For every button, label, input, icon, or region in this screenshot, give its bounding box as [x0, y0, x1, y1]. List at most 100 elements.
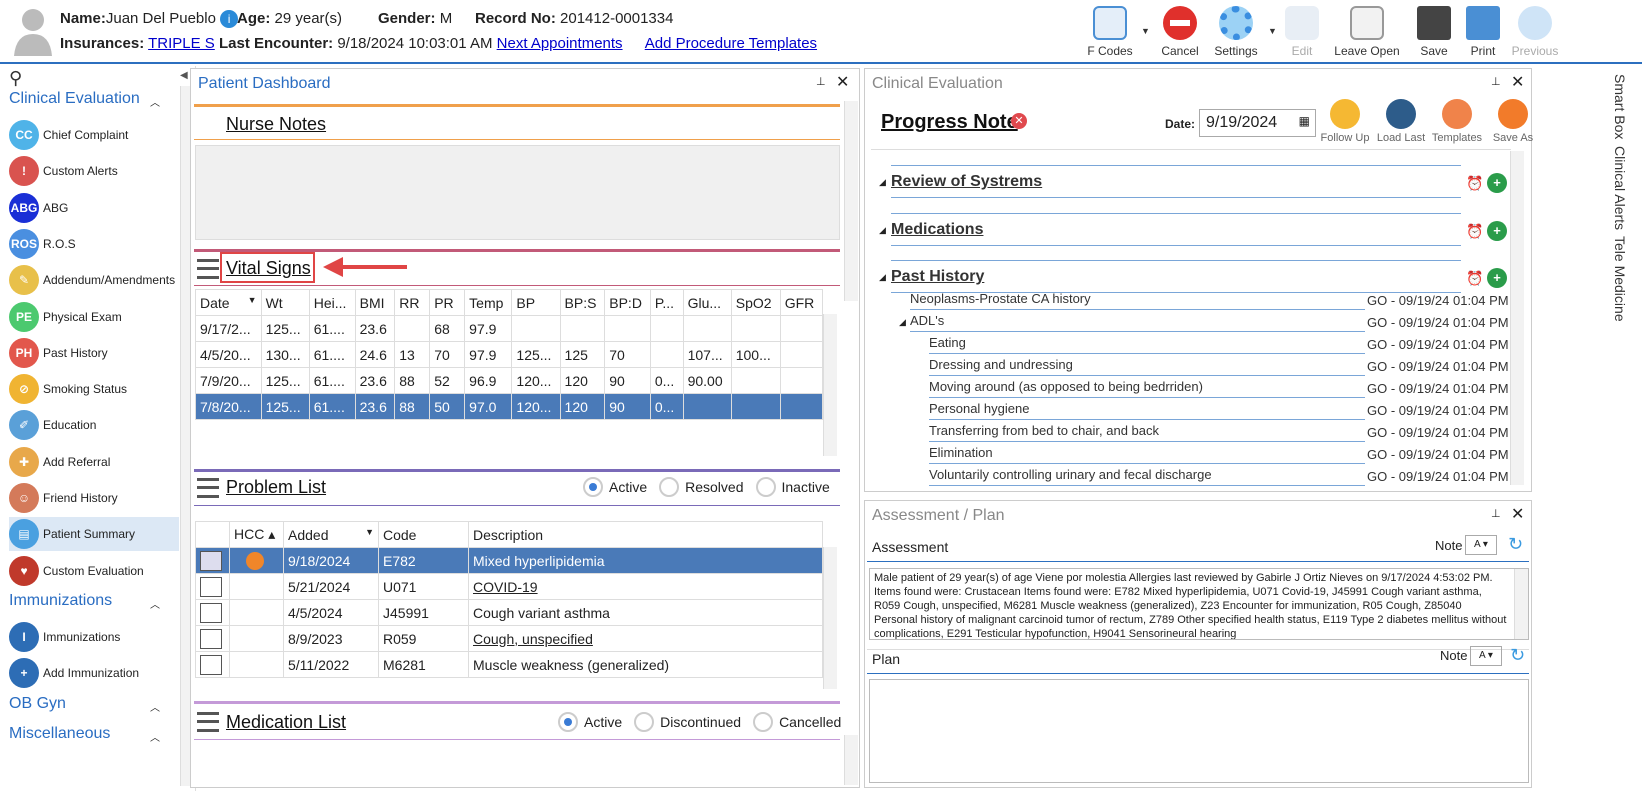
sidebar-item-custom-evaluation[interactable]: ♥ Custom Evaluation	[9, 554, 179, 588]
plan-textarea[interactable]	[869, 679, 1529, 783]
sidebar-item-education[interactable]: ✐ Education	[9, 408, 179, 442]
table-row[interactable]: 5/21/2024 U071 COVID-19	[195, 573, 823, 600]
filter-discontinued[interactable]: Discontinued	[634, 712, 741, 732]
add-procedure-templates-link[interactable]: Add Procedure Templates	[645, 35, 817, 52]
date-input[interactable]: 9/19/2024 ▦	[1199, 109, 1316, 137]
sidebar-item-smoking-status[interactable]: ⊘ Smoking Status	[9, 372, 179, 406]
col-vital[interactable]: BMI	[354, 289, 396, 316]
col-vital[interactable]: P...	[649, 289, 684, 316]
row-checkbox[interactable]	[200, 576, 222, 597]
filter-active[interactable]: Active	[583, 477, 647, 497]
section-title[interactable]: Medications	[891, 221, 983, 239]
load-last-button[interactable]: Load Last	[1373, 99, 1429, 144]
table-row[interactable]: 5/11/2022 M6281 Muscle weakness (generaliz…	[195, 651, 823, 678]
sidebar-item-add-referral[interactable]: ✚ Add Referral	[9, 445, 179, 479]
col-vital[interactable]: GFR	[779, 289, 824, 316]
assessment-textarea[interactable]: Male patient of 29 year(s) of age Viene …	[869, 568, 1529, 640]
tab-smart-box[interactable]: Smart Box	[1612, 74, 1628, 139]
history-item[interactable]: Voluntarily controlling urinary and feca…	[929, 467, 1212, 482]
description-cell[interactable]: Cough, unspecified	[468, 625, 823, 652]
chevron-up-icon[interactable]: ︿	[150, 94, 160, 109]
row-checkbox[interactable]	[200, 654, 222, 675]
save-as-button[interactable]: Save As	[1485, 99, 1541, 144]
add-icon[interactable]: +	[1487, 173, 1507, 193]
assessment-scrollbar[interactable]	[1514, 569, 1528, 639]
close-icon[interactable]: ✕	[1511, 72, 1524, 92]
table-row[interactable]: 4/5/2024 J45991 Cough variant asthma	[195, 599, 823, 626]
pin-icon[interactable]: ⊥	[1491, 507, 1501, 520]
nurse-notes-textarea[interactable]	[195, 145, 840, 240]
expand-icon[interactable]: ◢	[879, 272, 886, 283]
previous-button[interactable]: Previous	[1500, 4, 1570, 62]
note-dropdown[interactable]: A ▾	[1465, 535, 1497, 555]
refresh-icon[interactable]: ↻	[1508, 534, 1523, 555]
description-cell[interactable]: COVID-19	[468, 573, 823, 600]
section-clinical-evaluation[interactable]: Clinical Evaluation	[9, 90, 140, 108]
col-vital[interactable]: RR	[394, 289, 431, 316]
fcodes-button[interactable]: F Codes	[1075, 4, 1145, 62]
sidebar-item-abg[interactable]: ABG ABG	[9, 191, 179, 225]
sidebar-item-past-history[interactable]: PH Past History	[9, 336, 179, 370]
calendar-icon[interactable]: ▦	[1299, 114, 1310, 128]
filter-inactive[interactable]: Inactive	[755, 477, 830, 497]
table-row[interactable]: 4/5/20... 130... 61.... 24.6 13 70 97.9 125... 1…	[195, 341, 824, 368]
leave-open-button[interactable]: Leave Open	[1332, 4, 1402, 62]
table-row[interactable]: 8/9/2023 R059 Cough, unspecified	[195, 625, 823, 652]
sidebar-item-chief-complaint[interactable]: CC Chief Complaint	[9, 118, 179, 152]
col-added[interactable]: Added ▼	[283, 521, 379, 548]
col-vital[interactable]: SpO2	[730, 289, 781, 316]
alarm-clock-icon[interactable]: ⏰	[1466, 223, 1483, 240]
col-vital[interactable]: BP	[511, 289, 561, 316]
sidebar-item-addendum-amendments[interactable]: ✎ Addendum/Amendments	[9, 263, 179, 297]
refresh-icon[interactable]: ↻	[1510, 645, 1525, 666]
row-checkbox[interactable]	[200, 628, 222, 649]
history-item[interactable]: Transferring from bed to chair, and back	[929, 423, 1159, 438]
row-checkbox[interactable]	[200, 602, 222, 623]
alarm-clock-icon[interactable]: ⏰	[1466, 270, 1483, 287]
collapse-sidebar-icon[interactable]: ◀	[180, 70, 188, 81]
table-row[interactable]: 7/9/20... 125... 61.... 23.6 88 52 96.9 120... 1…	[195, 367, 824, 394]
section-ob-gyn[interactable]: OB Gyn	[9, 695, 66, 713]
tab-clinical-alerts[interactable]: Clinical Alerts	[1612, 146, 1628, 230]
add-icon[interactable]: +	[1487, 220, 1507, 241]
sort-icon[interactable]: ▼	[248, 295, 257, 305]
pin-icon[interactable]: ⊥	[1491, 75, 1501, 88]
menu-icon[interactable]	[197, 478, 219, 498]
settings-button[interactable]: Settings	[1201, 4, 1271, 62]
col-vital[interactable]: Hei...	[308, 289, 356, 316]
sidebar-item-immunizations[interactable]: I Immunizations	[9, 620, 179, 654]
expand-icon[interactable]: ◢	[879, 225, 886, 236]
alarm-clock-icon[interactable]: ⏰	[1466, 175, 1483, 192]
col-vital[interactable]: Glu...	[682, 289, 732, 316]
col-vital[interactable]: Temp	[464, 289, 513, 316]
col-description[interactable]: Description	[468, 521, 823, 548]
col-vital[interactable]: PR	[429, 289, 466, 316]
col-vital[interactable]: Date ▼	[195, 289, 262, 316]
section-title[interactable]: Past History	[891, 268, 984, 286]
follow-up-button[interactable]: Follow Up	[1317, 99, 1373, 144]
history-item[interactable]: Eating	[929, 335, 966, 350]
sidebar-item-custom-alerts[interactable]: ! Custom Alerts	[9, 154, 179, 188]
clinical-scrollbar[interactable]	[1510, 151, 1524, 485]
search-icon[interactable]: ⚲	[9, 68, 22, 89]
col-vital[interactable]: BP:D	[604, 289, 651, 316]
table-row[interactable]: 9/18/2024 E782 Mixed hyperlipidemia	[195, 547, 823, 574]
history-item[interactable]: Dressing and undressing	[929, 357, 1073, 372]
edit-button[interactable]: Edit	[1267, 4, 1337, 62]
dashboard-lower-scrollbar[interactable]	[844, 735, 858, 785]
chevron-up-icon[interactable]: ︿	[150, 699, 160, 714]
col-vital[interactable]: Wt	[260, 289, 310, 316]
section-miscellaneous[interactable]: Miscellaneous	[9, 725, 110, 743]
add-icon[interactable]: +	[1487, 268, 1507, 288]
sidebar-item-friend-history[interactable]: ☺ Friend History	[9, 481, 179, 515]
chevron-up-icon[interactable]: ︿	[150, 729, 160, 744]
close-icon[interactable]: ✕	[836, 72, 849, 92]
col-code[interactable]: Code	[378, 521, 469, 548]
info-icon[interactable]: i	[220, 10, 239, 29]
expand-icon[interactable]: ◢	[879, 177, 886, 188]
sidebar-item-r-o-s[interactable]: ROS R.O.S	[9, 227, 179, 261]
sidebar-item-patient-summary[interactable]: ▤ Patient Summary	[9, 517, 179, 552]
templates-button[interactable]: Templates	[1429, 99, 1485, 144]
history-item[interactable]: Elimination	[929, 445, 993, 460]
filter-active[interactable]: Active	[558, 712, 622, 732]
